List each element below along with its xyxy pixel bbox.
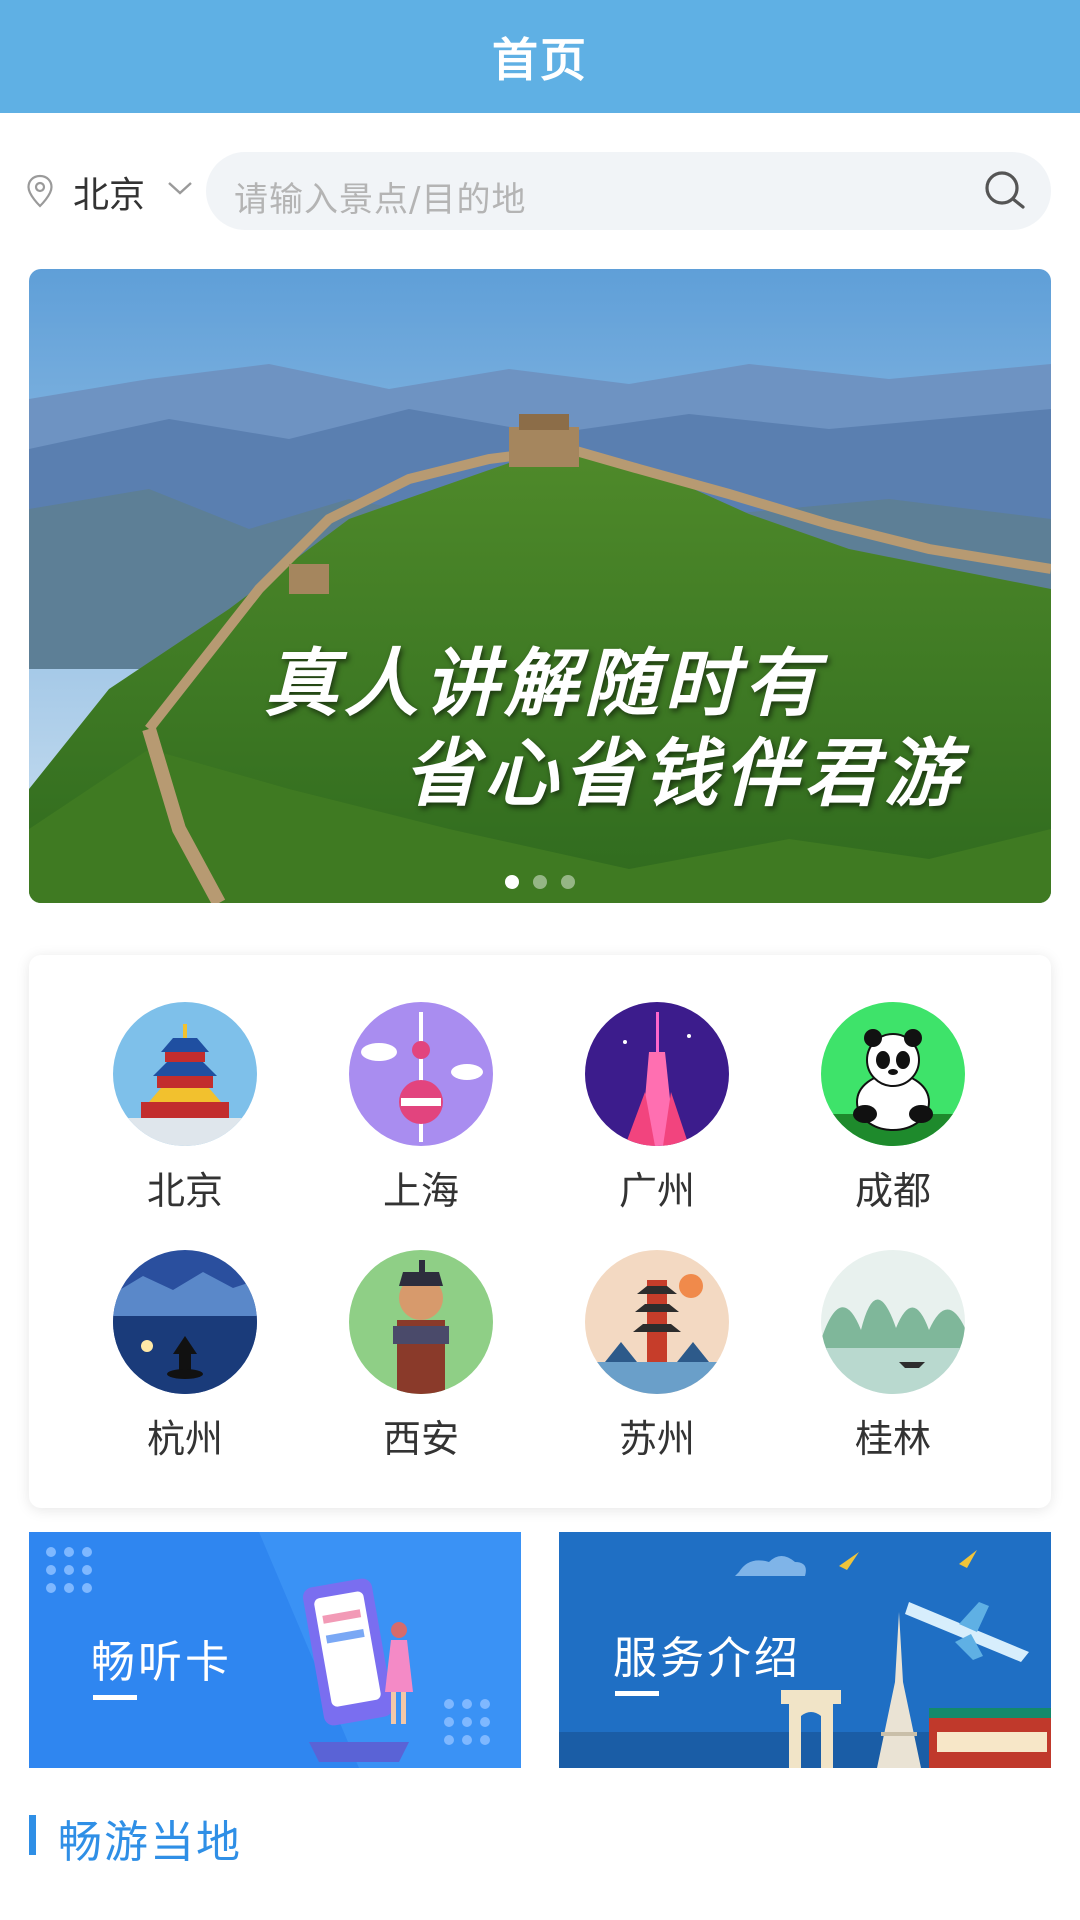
chevron-down-icon[interactable] <box>165 178 195 198</box>
listen-card-label: 畅听卡 <box>91 1637 232 1688</box>
city-name: 上海 <box>382 1169 459 1213</box>
section-title: 畅游当地 <box>58 1817 242 1868</box>
west-lake-pagoda-icon <box>113 1250 257 1394</box>
city-name: 北京 <box>146 1169 223 1213</box>
listen-card-banner[interactable]: 畅听卡 <box>29 1532 521 1768</box>
page-title: 首页 <box>492 32 588 87</box>
city-item-xian[interactable]: 西安 <box>321 1250 521 1463</box>
carousel-dot[interactable] <box>533 875 547 889</box>
city-item-chengdu[interactable]: 成都 <box>793 1002 993 1215</box>
carousel-dot[interactable] <box>561 875 575 889</box>
terracotta-warrior-icon <box>349 1250 493 1394</box>
label-underline <box>615 1691 659 1696</box>
city-item-beijing[interactable]: 北京 <box>85 1002 285 1215</box>
city-name: 西安 <box>382 1417 459 1461</box>
city-item-suzhou[interactable]: 苏州 <box>557 1250 757 1463</box>
search-placeholder: 请输入景点/目的地 <box>234 180 527 220</box>
city-name: 桂林 <box>854 1417 931 1461</box>
search-icon[interactable] <box>983 169 1027 213</box>
city-item-hangzhou[interactable]: 杭州 <box>85 1250 285 1463</box>
guilin-karst-icon <box>821 1250 965 1394</box>
city-item-shanghai[interactable]: 上海 <box>321 1002 521 1215</box>
city-item-guangzhou[interactable]: 广州 <box>557 1002 757 1215</box>
service-intro-label: 服务介绍 <box>613 1633 801 1684</box>
temple-of-heaven-icon <box>113 1002 257 1146</box>
city-item-guilin[interactable]: 桂林 <box>793 1250 993 1463</box>
city-selector[interactable]: 北京 <box>73 166 145 218</box>
banner-slogan-line2: 省心省钱伴君游 <box>404 731 964 817</box>
city-grid: 北京 上海 广州 成都 杭州 西安 苏州 桂林 <box>29 955 1051 1508</box>
panda-icon <box>821 1002 965 1146</box>
location-pin-icon[interactable] <box>26 174 54 208</box>
canton-tower-icon <box>585 1002 729 1146</box>
city-name: 广州 <box>618 1169 695 1213</box>
carousel-indicator <box>29 875 1051 889</box>
label-underline <box>93 1695 137 1700</box>
banner-carousel[interactable]: 真人讲解随时有 省心省钱伴君游 <box>29 269 1051 903</box>
city-name: 成都 <box>854 1169 931 1213</box>
search-input[interactable]: 请输入景点/目的地 <box>206 152 1051 230</box>
section-title-accent <box>29 1815 36 1855</box>
service-intro-banner[interactable]: 服务介绍 <box>559 1532 1051 1768</box>
oriental-pearl-tower-icon <box>349 1002 493 1146</box>
carousel-dot[interactable] <box>505 875 519 889</box>
city-name: 苏州 <box>618 1417 695 1461</box>
suzhou-pagoda-icon <box>585 1250 729 1394</box>
city-name: 杭州 <box>146 1417 223 1461</box>
top-bar: 首页 <box>0 0 1080 113</box>
search-row: 北京 请输入景点/目的地 <box>0 150 1080 230</box>
